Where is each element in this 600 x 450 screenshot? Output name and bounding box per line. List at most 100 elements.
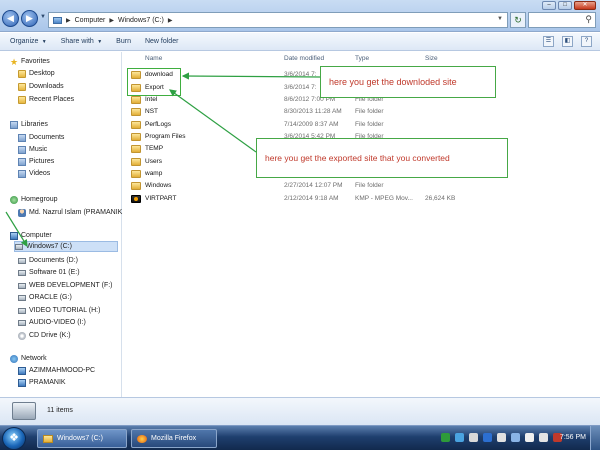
- folder-icon: [131, 96, 141, 104]
- nav-label: AZIMMAHMOOD-PC: [29, 367, 96, 374]
- annotation-export-note: here you get the exported site that you …: [256, 138, 508, 178]
- drive-icon: [18, 269, 26, 276]
- nav-item-pramanik[interactable]: PRAMANIK: [18, 377, 66, 388]
- refresh-button[interactable]: ↻: [510, 12, 526, 28]
- column-header-size[interactable]: Size: [425, 55, 438, 65]
- start-button[interactable]: ❖: [2, 427, 26, 450]
- title-bar: ◀ ▶ ▼ ▶ Computer ▶ Windows7 (C:) ▶ ▼ ↻ ⚲…: [0, 0, 600, 32]
- annotation-download-note: here you get the downloded site: [320, 66, 496, 98]
- file-type: KMP - MPEG Mov...: [355, 195, 413, 202]
- breadcrumb-separator-icon[interactable]: ▶: [168, 17, 173, 24]
- address-bar[interactable]: ▶ Computer ▶ Windows7 (C:) ▶ ▼: [48, 12, 508, 28]
- nav-label: CD Drive (K:): [29, 332, 71, 339]
- preview-pane-icon[interactable]: ◧: [562, 36, 573, 47]
- tray-app-icon[interactable]: [497, 433, 506, 442]
- folder-icon: [131, 108, 141, 116]
- videos-icon: [18, 169, 26, 178]
- nav-item-software-e[interactable]: Software 01 (E:): [18, 267, 80, 278]
- volume-icon[interactable]: [539, 433, 548, 442]
- network-icon[interactable]: [525, 433, 534, 442]
- organize-menu[interactable]: Organize ▼: [10, 38, 47, 45]
- breadcrumb-drive[interactable]: Windows7 (C:): [118, 17, 164, 24]
- nav-label: Libraries: [21, 121, 48, 128]
- nav-item-music[interactable]: Music: [18, 144, 47, 155]
- nav-item-web-development-f[interactable]: WEB DEVELOPMENT (F:): [18, 280, 113, 291]
- share-with-menu[interactable]: Share with ▼: [61, 38, 102, 45]
- breadcrumb-computer[interactable]: Computer: [75, 17, 106, 24]
- folder-icon: [131, 158, 141, 166]
- close-button[interactable]: ✕: [574, 1, 596, 10]
- nav-item-videos[interactable]: Videos: [18, 168, 50, 179]
- clock[interactable]: 7:56 PM: [560, 434, 586, 441]
- file-row-perflogs[interactable]: PerfLogs 7/14/2009 8:37 AM File folder: [127, 120, 467, 131]
- nav-item-audio-video-i[interactable]: AUDIO-VIDEO (I:): [18, 317, 86, 328]
- annotation-text: here you get the exported site that you …: [265, 153, 450, 163]
- maximize-button[interactable]: □: [558, 1, 572, 10]
- search-icon: ⚲: [585, 14, 592, 24]
- breadcrumb-separator-icon[interactable]: ▶: [109, 17, 114, 24]
- taskbar-item-explorer[interactable]: Windows7 (C:): [37, 429, 127, 448]
- file-date: 2/27/2014 12:07 PM: [284, 182, 343, 189]
- nav-network[interactable]: Network: [10, 353, 47, 364]
- chevron-down-icon: ▼: [40, 39, 47, 45]
- nav-label: Desktop: [29, 70, 55, 77]
- column-header-name[interactable]: Name: [145, 55, 162, 65]
- show-desktop-button[interactable]: [590, 426, 600, 450]
- nav-item-documents-d[interactable]: Documents (D:): [18, 255, 78, 266]
- media-file-icon: [131, 195, 141, 203]
- nav-label: AUDIO-VIDEO (I:): [29, 319, 86, 326]
- nav-item-documents[interactable]: Documents: [18, 132, 64, 143]
- forward-button[interactable]: ▶: [21, 10, 38, 27]
- file-name: VIRTPART: [145, 195, 177, 202]
- nav-item-desktop[interactable]: Desktop: [18, 68, 55, 79]
- nav-item-downloads[interactable]: Downloads: [18, 81, 64, 92]
- tray-app-icon[interactable]: [511, 433, 520, 442]
- nav-label: Pictures: [29, 158, 55, 165]
- organize-label: Organize: [10, 38, 39, 45]
- new-folder-button[interactable]: New folder: [145, 38, 178, 45]
- nav-label: Windows7 (C:): [26, 243, 72, 250]
- computer-icon: [10, 231, 18, 240]
- nav-homegroup[interactable]: Homegroup: [10, 194, 58, 205]
- address-dropdown-icon[interactable]: ▼: [497, 16, 503, 22]
- file-name: PerfLogs: [145, 121, 172, 128]
- back-button[interactable]: ◀: [2, 10, 19, 27]
- tray-app-icon[interactable]: [455, 433, 464, 442]
- nav-label: PRAMANIK: [29, 379, 66, 386]
- breadcrumb-separator-icon[interactable]: ▶: [66, 17, 71, 24]
- taskbar-item-firefox[interactable]: Mozilla Firefox: [131, 429, 217, 448]
- search-input[interactable]: ⚲: [528, 12, 596, 28]
- nav-item-homegroup-user[interactable]: Md. Nazrul Islam (PRAMANIK: [18, 207, 122, 218]
- recent-pages-dropdown-icon[interactable]: ▼: [40, 14, 46, 20]
- nav-item-pictures[interactable]: Pictures: [18, 156, 54, 167]
- folder-icon: [131, 182, 141, 190]
- burn-button[interactable]: Burn: [116, 38, 131, 45]
- star-icon: ★: [10, 56, 19, 67]
- file-row-windows[interactable]: Windows 2/27/2014 12:07 PM File folder: [127, 181, 467, 192]
- bluetooth-icon[interactable]: [483, 433, 492, 442]
- nav-computer[interactable]: Computer: [10, 230, 52, 241]
- nav-item-cd-drive-k[interactable]: CD Drive (K:): [18, 330, 71, 341]
- change-view-icon[interactable]: ☰: [543, 36, 554, 47]
- nav-item-windows7-c[interactable]: Windows7 (C:): [14, 241, 118, 252]
- nav-item-video-tutorial-h[interactable]: VIDEO TUTORIAL (H:): [18, 305, 100, 316]
- column-header-date[interactable]: Date modified: [284, 55, 324, 65]
- file-row-nst[interactable]: NST 8/30/2013 11:28 AM File folder: [127, 107, 467, 118]
- file-name: Intel: [145, 96, 158, 103]
- tray-app-icon[interactable]: [469, 433, 478, 442]
- minimize-button[interactable]: –: [542, 1, 556, 10]
- nav-item-oracle-g[interactable]: ORACLE (G:): [18, 292, 72, 303]
- nav-item-azimmahmood-pc[interactable]: AZIMMAHMOOD-PC: [18, 365, 95, 376]
- computer-icon: [18, 366, 26, 375]
- file-type: File folder: [355, 121, 384, 128]
- nav-item-recent-places[interactable]: Recent Places: [18, 94, 74, 105]
- help-icon[interactable]: ?: [581, 36, 592, 47]
- file-type: File folder: [355, 108, 384, 115]
- column-header-type[interactable]: Type: [355, 55, 369, 65]
- tray-app-icon[interactable]: [441, 433, 450, 442]
- file-size: 26,624 KB: [425, 195, 456, 202]
- nav-favorites[interactable]: ★ Favorites: [10, 56, 50, 67]
- file-name: Program Files: [145, 133, 186, 140]
- nav-libraries[interactable]: Libraries: [10, 119, 48, 130]
- file-row-virtpart[interactable]: VIRTPART 2/12/2014 9:18 AM KMP - MPEG Mov.…: [127, 194, 467, 205]
